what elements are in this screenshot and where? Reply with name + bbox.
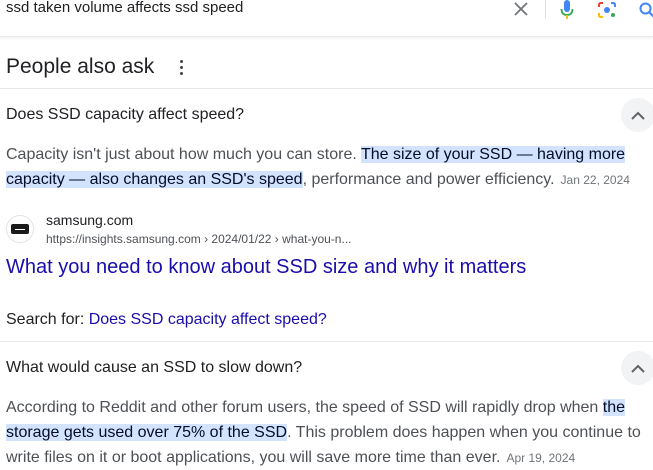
paa-answer: According to Reddit and other forum user… [6,395,646,470]
answer-text: According to Reddit and other forum user… [6,399,603,416]
answer-date: Apr 19, 2024 [506,451,576,465]
source-url[interactable]: https://insights.samsung.com › 2024/01/2… [46,231,351,247]
answer-text: Capacity isn't just about how much you c… [6,146,361,163]
microphone-icon[interactable] [557,0,577,20]
more-options-icon[interactable] [172,56,190,78]
search-for-label: Search for: [6,311,89,328]
result-link[interactable]: What you need to know about SSD size and… [6,255,526,279]
answer-date: Jan 22, 2024 [560,173,630,187]
paa-title: People also ask [6,55,155,78]
source-name[interactable]: samsung.com [46,211,133,229]
chevron-up-icon[interactable] [621,351,653,385]
divider [0,88,653,89]
google-lens-icon[interactable] [596,0,618,20]
search-bar-divider [545,0,546,18]
paa-answer: Capacity isn't just about how much you c… [6,142,646,193]
search-bar: ssd taken volume affects ssd speed [0,0,653,37]
close-icon[interactable] [511,0,531,18]
search-input[interactable]: ssd taken volume affects ssd speed [6,0,243,17]
search-icon[interactable] [637,0,653,20]
paa-question[interactable]: Does SSD capacity affect speed? [6,105,244,125]
search-results-page: ssd taken volume affects ssd speed Peopl… [0,0,653,470]
chevron-up-icon[interactable] [621,98,653,132]
paa-question[interactable]: What would cause an SSD to slow down? [6,358,302,378]
search-for-link[interactable]: Does SSD capacity affect speed? [89,311,327,328]
search-for: Search for: Does SSD capacity affect spe… [6,310,327,330]
answer-text-end: , performance and power efficiency. [302,171,555,188]
samsung-favicon[interactable] [6,215,34,243]
divider [0,341,653,342]
